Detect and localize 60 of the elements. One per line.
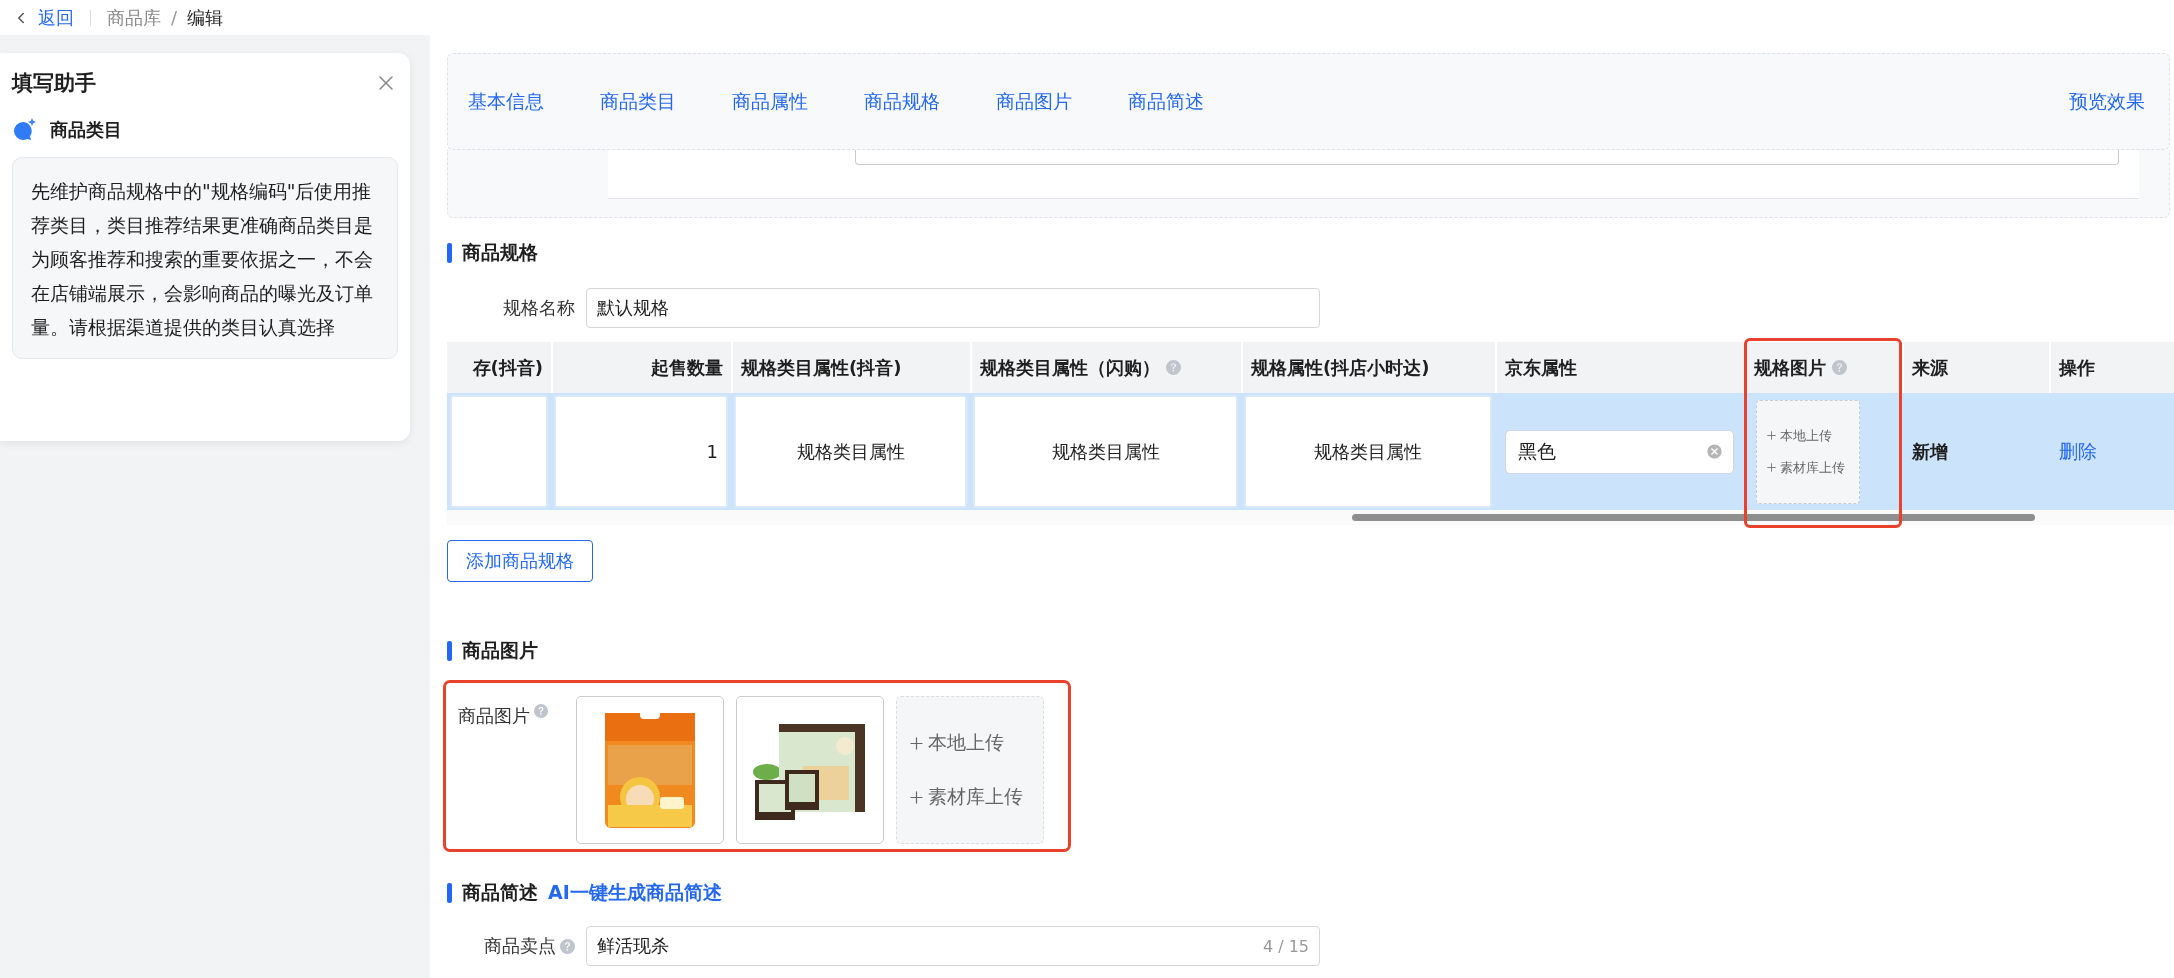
field-label: 商品图片 bbox=[458, 704, 530, 728]
help-icon[interactable] bbox=[1166, 360, 1181, 375]
section-marker bbox=[447, 243, 452, 263]
column-header: 来源 bbox=[1902, 342, 2049, 393]
nav-tab[interactable]: 商品规格 bbox=[864, 88, 996, 115]
upload-area[interactable]: 本地上传 素材库上传 bbox=[1756, 399, 1860, 504]
help-icon[interactable] bbox=[1832, 360, 1847, 375]
spec-name-field[interactable]: 默认规格 bbox=[586, 288, 1320, 328]
table-row[interactable]: 1 规格类目属性 规格类目属性 规格类目属性 黑色 本地上传 素材库上传 新增 删除 bbox=[447, 393, 2174, 510]
sparkle-bubble-icon bbox=[12, 117, 38, 143]
nav-tab[interactable]: 基本信息 bbox=[468, 88, 600, 115]
column-header: 规格属性(抖店小时达) bbox=[1241, 342, 1495, 393]
breadcrumb-item[interactable]: 商品库 bbox=[107, 5, 161, 30]
section-marker bbox=[447, 641, 452, 661]
nav-tab[interactable]: 商品图片 bbox=[996, 88, 1128, 115]
column-header: 规格类目属性(抖音) bbox=[731, 342, 970, 393]
delete-link[interactable]: 删除 bbox=[2059, 438, 2097, 465]
table-cell: 规格类目属性 bbox=[1244, 395, 1492, 508]
column-header: 存(抖音) bbox=[447, 342, 551, 393]
field-label: 商品卖点 bbox=[484, 934, 556, 958]
section-title: 商品图片 bbox=[462, 638, 538, 663]
add-spec-button[interactable]: 添加商品规格 bbox=[447, 540, 593, 582]
table-cell: 规格类目属性 bbox=[973, 395, 1238, 508]
nav-tab[interactable]: 商品类目 bbox=[600, 88, 732, 115]
column-header: 京东属性 bbox=[1495, 342, 1744, 393]
upload-option[interactable]: 素材库上传 bbox=[907, 784, 1043, 810]
attribute-input[interactable]: 黑色 bbox=[1505, 429, 1734, 474]
upload-option[interactable]: 素材库上传 bbox=[1765, 458, 1859, 477]
plus-icon bbox=[1765, 461, 1778, 474]
section-title: 商品简述 bbox=[462, 880, 538, 905]
nav-tab[interactable]: 商品属性 bbox=[732, 88, 864, 115]
preview-link[interactable]: 预览效果 bbox=[2069, 88, 2145, 115]
breadcrumb-separator: / bbox=[171, 7, 178, 28]
quantity-cell: 1 bbox=[554, 395, 728, 508]
upload-option[interactable]: 本地上传 bbox=[907, 730, 1043, 756]
help-icon[interactable] bbox=[534, 704, 548, 718]
section-marker bbox=[447, 883, 452, 903]
nav-tab[interactable]: 商品简述 bbox=[1128, 88, 1260, 115]
column-header: 操作 bbox=[2049, 342, 2174, 393]
help-icon[interactable] bbox=[560, 938, 575, 954]
panel-title: 填写助手 bbox=[12, 70, 96, 97]
selling-point-field[interactable]: 鲜活现杀 4 / 15 bbox=[586, 926, 1320, 966]
char-counter: 4 / 15 bbox=[1262, 936, 1309, 956]
breadcrumb-item: 编辑 bbox=[187, 5, 224, 30]
tip-text: 先维护商品规格中的"规格编码"后使用推荐类目，类目推荐结果更准确商品类目是为顾客推荐和搜索的重要依据之一，不会在店铺端展示，会影响商品的曝光及订单量。请根据渠道提供的类目认真选择 bbox=[12, 157, 398, 359]
section-title: 商品规格 bbox=[462, 240, 538, 265]
topic-title: 商品类目 bbox=[50, 118, 122, 142]
column-header: 规格图片 bbox=[1744, 342, 1902, 393]
back-link[interactable]: 返回 bbox=[12, 5, 74, 30]
source-text: 新增 bbox=[1912, 439, 1948, 464]
table-cell: 规格类目属性 bbox=[734, 395, 967, 508]
column-header: 规格类目属性（闪购） bbox=[970, 342, 1241, 393]
field-label: 规格名称 bbox=[503, 296, 575, 320]
column-header: 起售数量 bbox=[551, 342, 731, 393]
upload-option[interactable]: 本地上传 bbox=[1765, 426, 1859, 445]
ai-generate-link[interactable]: AI一键生成商品简述 bbox=[548, 880, 722, 906]
plus-icon bbox=[1765, 429, 1778, 442]
scrollbar[interactable] bbox=[447, 510, 2174, 525]
clear-icon[interactable] bbox=[1706, 443, 1723, 460]
upload-area[interactable]: 本地上传 素材库上传 bbox=[896, 696, 1044, 844]
